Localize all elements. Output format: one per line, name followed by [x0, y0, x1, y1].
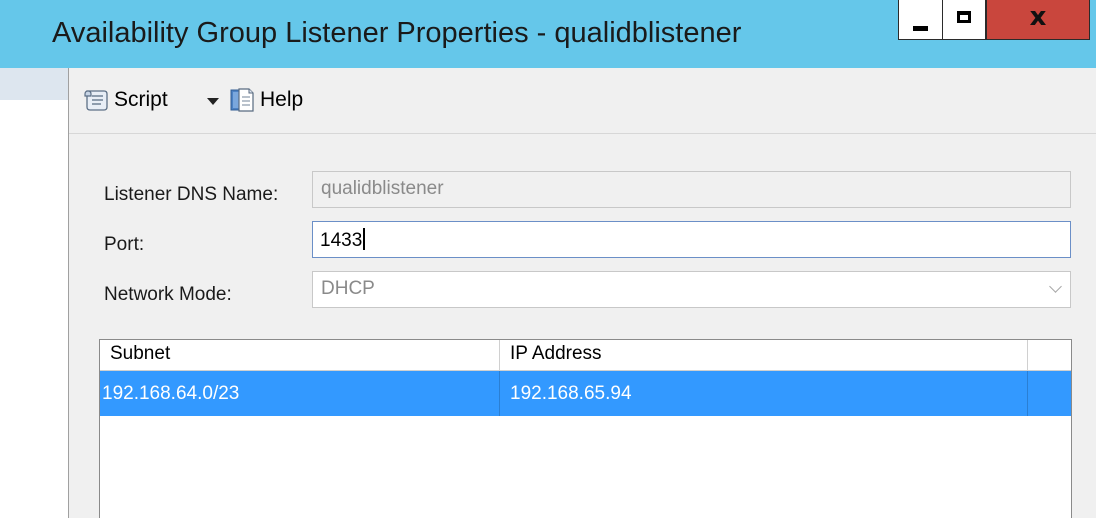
- help-button-label: Help: [260, 88, 304, 111]
- help-icon: [229, 87, 255, 113]
- script-button[interactable]: Script: [83, 86, 168, 114]
- port-value: 1433: [320, 230, 363, 251]
- column-header-ip-address[interactable]: IP Address: [500, 340, 1028, 370]
- table-row[interactable]: 192.168.64.0/23 192.168.65.94: [100, 371, 1071, 416]
- maximize-icon: [957, 11, 971, 23]
- network-mode-label: Network Mode:: [104, 284, 232, 305]
- script-button-label: Script: [114, 88, 168, 111]
- column-header-filler: [1028, 340, 1071, 370]
- network-mode-value: DHCP: [321, 278, 375, 299]
- close-icon: x: [1029, 2, 1047, 32]
- help-button[interactable]: Help: [229, 86, 303, 114]
- cell-filler: [1028, 371, 1071, 416]
- script-dropdown-button[interactable]: [207, 86, 219, 114]
- column-header-subnet[interactable]: Subnet: [100, 340, 500, 370]
- chevron-down-icon: [207, 97, 219, 105]
- maximize-button[interactable]: [942, 0, 986, 40]
- text-caret: [363, 228, 366, 250]
- title-bar[interactable]: Availability Group Listener Properties -…: [0, 0, 1096, 68]
- network-mode-select: DHCP: [312, 271, 1071, 308]
- dialog-window: Availability Group Listener Properties -…: [0, 0, 1096, 518]
- page-selector-pane: [0, 68, 68, 518]
- page-selector-header: [0, 68, 68, 100]
- minimize-button[interactable]: [898, 0, 943, 40]
- listener-dns-name-field: qualidblistener: [312, 171, 1071, 208]
- properties-content: Script Help Listener DNS Name: qualidbli…: [68, 68, 1096, 518]
- subnet-ip-grid: Subnet IP Address 192.168.64.0/23 192.16…: [99, 339, 1072, 518]
- window-title: Availability Group Listener Properties -…: [52, 17, 742, 49]
- minimize-icon: [913, 26, 928, 31]
- close-button[interactable]: x: [986, 0, 1090, 40]
- listener-dns-name-label: Listener DNS Name:: [104, 184, 279, 205]
- port-input[interactable]: 1433: [312, 221, 1071, 258]
- script-icon: [83, 88, 109, 112]
- grid-header: Subnet IP Address: [100, 340, 1071, 371]
- port-label: Port:: [104, 234, 145, 255]
- cell-ip-address[interactable]: 192.168.65.94: [500, 371, 1028, 416]
- chevron-down-icon: [1049, 280, 1062, 293]
- cell-subnet[interactable]: 192.168.64.0/23: [100, 371, 500, 416]
- toolbar: Script Help: [69, 68, 1096, 134]
